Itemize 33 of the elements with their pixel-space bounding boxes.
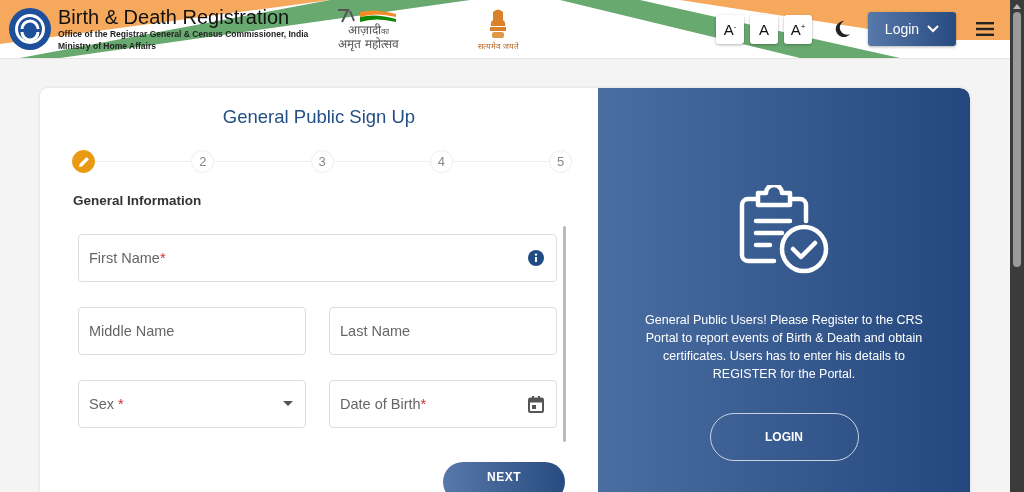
azadi-logo-text: आज़ादीका <box>347 24 389 37</box>
form-title: General Public Sign Up <box>221 106 417 128</box>
info-message: General Public Users! Please Register to the CRS Portal to report events of Birth & Death and obtain certificates. Users has to enter his details to REGISTER for the Portal. <box>644 312 924 383</box>
step-indicator[interactable]: 3 <box>310 150 334 173</box>
ministry-name: Ministry of Home Affairs <box>58 40 157 52</box>
calendar-icon <box>528 395 544 413</box>
site-subtitle: Office of the Registrar General & Census Commissioner, India <box>58 28 309 40</box>
logo-icon <box>8 7 52 51</box>
menu-icon[interactable] <box>976 22 994 36</box>
scrollbar[interactable] <box>1010 0 1024 492</box>
dropdown-caret-icon <box>283 401 293 407</box>
pencil-icon <box>77 155 90 168</box>
font-size-button[interactable]: A$^{+}$ <box>784 14 812 44</box>
font-size-button[interactable]: A$^{-}$ <box>716 14 744 44</box>
step-indicator[interactable]: 2 <box>191 150 215 173</box>
emblem-motto: सत्यमेव जयते <box>478 40 519 51</box>
font-size-button[interactable]: A <box>750 14 778 44</box>
clipboard-check-icon <box>738 185 830 275</box>
input-field[interactable]: Sex * <box>78 380 306 428</box>
step-indicator[interactable] <box>72 150 95 173</box>
azadi-logo-text: अमृत महोत्सव <box>338 38 399 50</box>
input-field[interactable]: Last Name <box>329 307 557 355</box>
section-heading: General Information <box>73 193 203 208</box>
input-field[interactable]: Middle Name <box>78 307 306 355</box>
form-scrollbar[interactable] <box>563 226 566 442</box>
input-field[interactable]: First Name* <box>78 234 557 282</box>
next-button[interactable]: NEXT <box>443 462 565 492</box>
info-icon <box>528 250 544 266</box>
chevron-down-icon <box>927 25 940 33</box>
step-indicator[interactable]: 4 <box>429 150 453 173</box>
input-field[interactable]: Date of Birth* <box>329 380 557 428</box>
step-indicator[interactable]: 5 <box>549 150 572 173</box>
login-button[interactable]: Login <box>868 12 956 46</box>
